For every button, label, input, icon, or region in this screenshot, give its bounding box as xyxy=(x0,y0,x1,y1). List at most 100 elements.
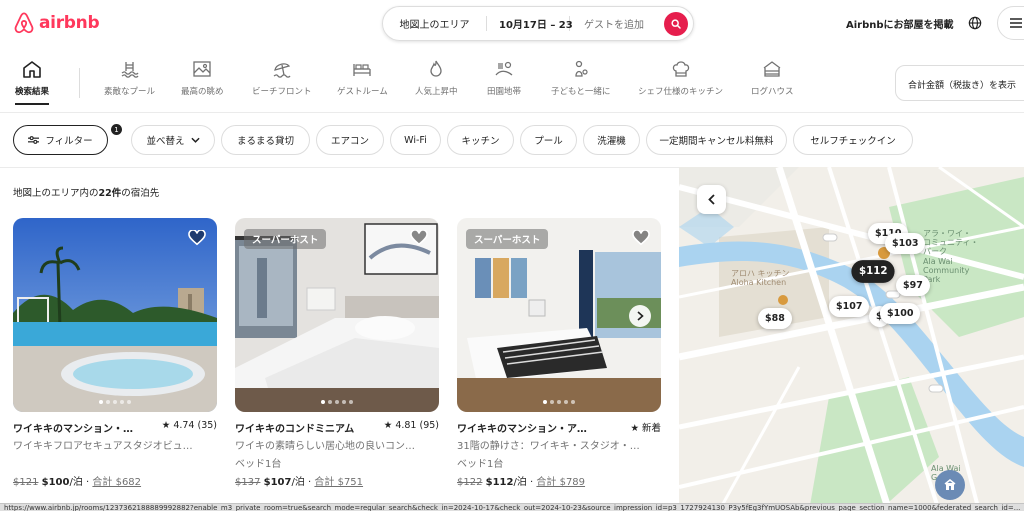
category-views[interactable]: 最高の眺め xyxy=(181,60,224,97)
total-price[interactable]: 合計 $751 xyxy=(314,477,363,488)
category-bar: 検索結果 素敵なプール 最高の眺め ビーチフロント ゲストルーム 人気上昇中 田… xyxy=(0,60,1024,108)
original-price: $137 xyxy=(235,477,261,488)
browser-status-url: https://www.airbnb.jp/rooms/123736218888… xyxy=(0,503,1024,511)
price-pin[interactable]: $97 xyxy=(896,275,930,296)
results-count: 地図上のエリア内の22件の宿泊先 xyxy=(13,185,159,199)
search-guests[interactable]: ゲストを追加 xyxy=(570,16,656,31)
chef-hat-icon xyxy=(672,61,689,77)
category-beachfront[interactable]: ビーチフロント xyxy=(252,60,312,97)
chevron-left-icon xyxy=(708,194,715,205)
listing-card[interactable]: ワイキキのマンション・… ★ 4.74 (35) ワイキキフロアセキュアスタジオ… xyxy=(13,218,217,488)
map-text: Community xyxy=(923,265,970,275)
filter-chip-bar: フィルター 1 並べ替え まるまる貸切 エアコン Wi-Fi キッチン プール … xyxy=(0,123,1024,156)
chip-wifi[interactable]: Wi-Fi xyxy=(390,125,441,155)
listing-photo[interactable]: スーパーホスト xyxy=(235,218,439,412)
listing-card[interactable]: スーパーホスト ワイキキのコンドミニアム ★ 4.81 (95) ワイキの素晴ら… xyxy=(235,218,439,488)
filter-count-badge: 1 xyxy=(110,123,123,136)
house-icon xyxy=(23,61,41,78)
listing-beds: ベッド1台 xyxy=(457,459,504,470)
search-area[interactable]: 地図上のエリア xyxy=(383,16,486,31)
listing-subtitle: ワイキキフロアセキュアスタジオビュ… xyxy=(13,441,193,452)
chip-aircon[interactable]: エアコン xyxy=(316,125,384,155)
chip-free-cancellation[interactable]: 一定期間キャンセル料無料 xyxy=(646,125,787,155)
chip-kitchen[interactable]: キッチン xyxy=(447,125,514,155)
category-chef-kitchen[interactable]: シェフ仕様のキッチン xyxy=(638,60,723,97)
category-label: 人気上昇中 xyxy=(415,87,458,97)
chevron-down-icon xyxy=(190,137,200,143)
search-icon xyxy=(671,19,681,29)
user-menu-button[interactable] xyxy=(997,6,1024,40)
airbnb-logo[interactable]: airbnb xyxy=(13,11,100,35)
kids-icon xyxy=(575,60,588,77)
category-search-results[interactable]: 検索結果 xyxy=(15,60,50,105)
menu-icon xyxy=(1010,18,1022,28)
logo-text: airbnb xyxy=(39,13,100,33)
tax-toggle[interactable]: 合計金額（税抜き）を表示 xyxy=(895,65,1024,101)
listing-price: $121 $100/泊 · 合計 $682 xyxy=(13,473,217,488)
next-photo-button[interactable] xyxy=(629,305,651,327)
building-icon xyxy=(944,479,956,490)
discount-price: $112 xyxy=(485,477,514,488)
per-night: /泊 · xyxy=(291,477,312,488)
listing-photo[interactable]: スーパーホスト xyxy=(457,218,661,412)
chip-self-checkin[interactable]: セルフチェックイン xyxy=(793,125,913,155)
globe-icon xyxy=(968,16,982,30)
results-count-number: 22件 xyxy=(98,188,122,199)
chip-pool[interactable]: プール xyxy=(520,125,577,155)
listing-photo[interactable] xyxy=(13,218,217,412)
map-text: パーク xyxy=(923,247,947,257)
category-countryside[interactable]: 田園地帯 xyxy=(487,60,521,97)
listing-title: ワイキキのマンション・アパ… xyxy=(457,424,593,435)
price-pin[interactable]: $100 xyxy=(880,303,921,324)
chip-washer[interactable]: 洗濯機 xyxy=(583,125,640,155)
heart-icon[interactable] xyxy=(410,230,428,246)
chip-entire-home[interactable]: まるまる貸切 xyxy=(221,125,310,155)
airbnb-logo-icon xyxy=(14,12,34,34)
photo-pager xyxy=(457,400,661,404)
results-count-suffix: の宿泊先 xyxy=(121,188,160,199)
map-location-button[interactable] xyxy=(935,470,965,500)
host-link[interactable]: Airbnbにお部屋を掲載 xyxy=(846,16,954,31)
price-pin[interactable]: $107 xyxy=(829,296,870,317)
heart-icon[interactable] xyxy=(632,230,650,246)
listing-beds: ベッド1台 xyxy=(235,459,282,470)
category-kids[interactable]: 子どもと一緒に xyxy=(551,60,610,97)
total-price[interactable]: 合計 $682 xyxy=(92,477,141,488)
category-guestroom[interactable]: ゲストルーム xyxy=(337,60,388,97)
per-night: /泊 · xyxy=(513,477,534,488)
price-pin[interactable]: $88 xyxy=(758,308,792,329)
category-pool[interactable]: 素敵なプール xyxy=(104,60,155,97)
cabin-icon xyxy=(763,61,781,77)
filter-button[interactable]: フィルター 1 xyxy=(13,123,123,155)
divider xyxy=(0,112,1024,113)
map-text: Park xyxy=(923,274,941,284)
search-bar[interactable]: 地図上のエリア 10月17日 – 23 ゲストを追加 xyxy=(382,6,694,41)
superhost-badge: スーパーホスト xyxy=(244,229,327,249)
price-pin[interactable]: $103 xyxy=(885,233,926,254)
listing-rating: ★ 4.81 (95) xyxy=(383,420,439,431)
category-label: ログハウス xyxy=(751,87,794,97)
listing-price: $122 $112/泊 · 合計 $789 xyxy=(457,473,661,488)
map-collapse-button[interactable] xyxy=(697,185,726,214)
search-button[interactable] xyxy=(664,12,688,36)
sort-button[interactable]: 並べ替え xyxy=(131,125,215,155)
results-count-prefix: 地図上のエリア内の xyxy=(13,188,99,199)
map-text: アロハ キッチン xyxy=(731,269,790,278)
search-dates[interactable]: 10月17日 – 23 xyxy=(486,16,573,31)
listing-price: $137 $107/泊 · 合計 $751 xyxy=(235,473,439,488)
listing-card[interactable]: スーパーホスト ワイキキのマンション・アパ… ★ 新着 31階の静けさ：ワイキキ… xyxy=(457,218,661,488)
listing-beds xyxy=(13,455,217,469)
listing-title: ワイキキのマンション・… xyxy=(13,424,133,435)
category-cabin[interactable]: ログハウス xyxy=(751,60,794,97)
price-pin-selected[interactable]: $112 xyxy=(851,260,896,283)
map[interactable]: アラ・ワイ・ コミュニティ・ パーク Ala Wai Community Par… xyxy=(679,167,1024,511)
category-label: ゲストルーム xyxy=(337,87,388,97)
total-price[interactable]: 合計 $789 xyxy=(536,477,585,488)
beach-icon xyxy=(273,63,291,78)
heart-icon[interactable] xyxy=(188,230,206,246)
superhost-badge: スーパーホスト xyxy=(466,229,549,249)
category-trending[interactable]: 人気上昇中 xyxy=(415,60,458,97)
divider xyxy=(0,167,680,168)
language-button[interactable] xyxy=(968,15,982,34)
flame-icon xyxy=(430,60,442,77)
